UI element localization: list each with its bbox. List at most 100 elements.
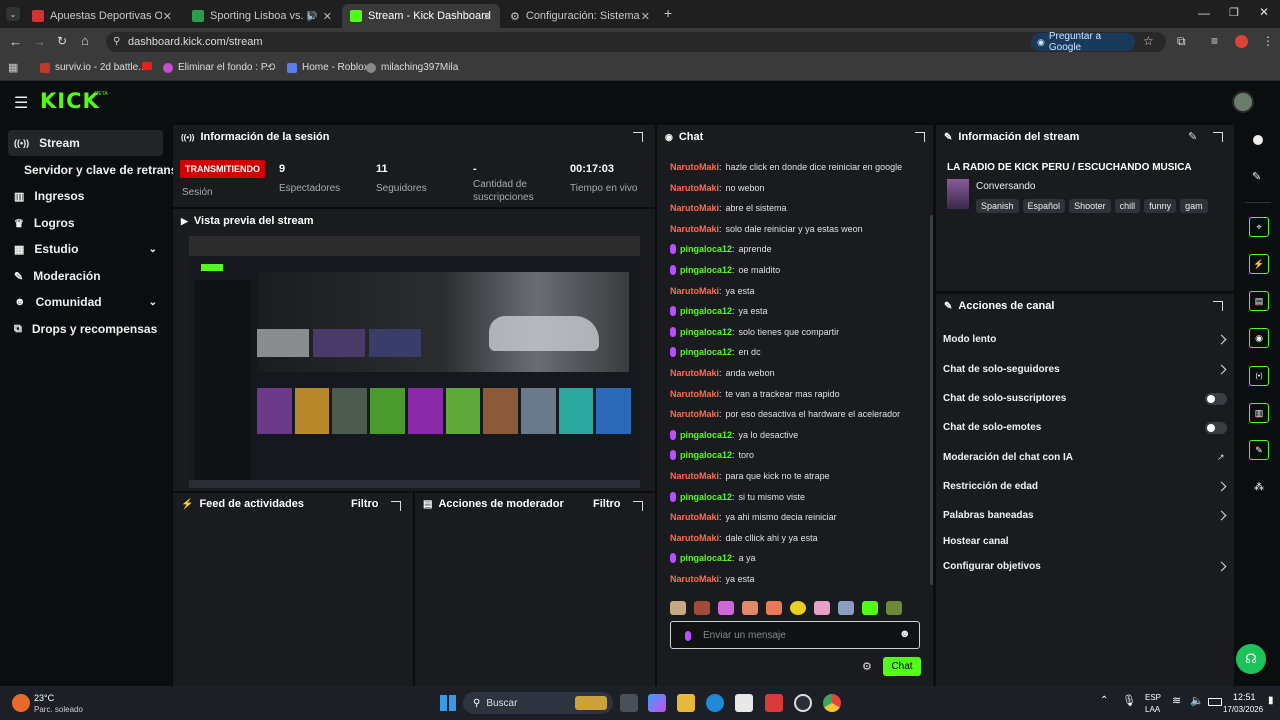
rail-button-mod[interactable]: ✎ xyxy=(1249,440,1269,460)
info-icon[interactable] xyxy=(1253,135,1263,145)
close-icon[interactable]: ✕ xyxy=(323,10,332,23)
back-icon[interactable]: ← xyxy=(9,34,22,49)
sidebar-item-logros[interactable]: ♛ Logros xyxy=(8,210,163,236)
rail-button-chat[interactable]: ◉ xyxy=(1249,328,1269,348)
toggle-switch[interactable] xyxy=(1205,422,1227,434)
edit-icon[interactable]: ✎ xyxy=(1188,130,1197,143)
bookmark-youtube[interactable] xyxy=(142,62,152,70)
taskbar-search[interactable]: ⚲ Buscar xyxy=(463,692,613,714)
tray-chevron-icon[interactable]: ⌃ xyxy=(1100,695,1108,706)
windows-start-icon[interactable] xyxy=(440,695,456,711)
maximize-button[interactable]: ❐ xyxy=(1229,6,1239,19)
stream-tag[interactable]: funny xyxy=(1144,199,1177,213)
wifi-icon[interactable]: ≋ xyxy=(1172,694,1181,707)
rail-button-broadcast[interactable]: (•) xyxy=(1249,366,1269,386)
channel-action-item[interactable]: Restricción de edad xyxy=(943,481,1038,492)
popout-icon[interactable] xyxy=(1213,301,1223,311)
chrome-icon[interactable] xyxy=(823,694,841,712)
channel-action-item[interactable]: Hostear canal xyxy=(943,536,1009,547)
battery-icon[interactable] xyxy=(1208,698,1222,706)
window-close-button[interactable]: ✕ xyxy=(1259,5,1269,19)
chat-scrollbar[interactable] xyxy=(930,215,933,585)
category-name[interactable]: Conversando xyxy=(976,181,1035,192)
chat-username[interactable]: NarutoMaki xyxy=(670,203,719,213)
rail-button-lightning[interactable]: ⚡ xyxy=(1249,254,1269,274)
tab-search-icon[interactable]: ⌄ xyxy=(6,7,20,21)
hamburger-menu-icon[interactable]: ☰ xyxy=(14,93,28,113)
browser-tab-kick[interactable]: Stream - Kick Dashboard ✕ xyxy=(342,4,500,28)
emoji-icon[interactable]: ☻ xyxy=(899,628,911,640)
media-icon[interactable]: ≡ xyxy=(1211,34,1218,48)
chat-username[interactable]: pingaloca12 xyxy=(680,244,732,254)
language-indicator[interactable]: ESP xyxy=(1145,693,1161,702)
emote-icon[interactable] xyxy=(886,601,902,615)
stream-tag[interactable]: Spanish xyxy=(976,199,1019,213)
file-explorer-icon[interactable] xyxy=(677,694,695,712)
chat-username[interactable]: pingaloca12 xyxy=(680,347,732,357)
kick-logo[interactable]: KICK xyxy=(40,89,100,113)
rail-button-layout[interactable]: ▥ xyxy=(1249,403,1269,423)
close-icon[interactable]: ✕ xyxy=(163,10,172,23)
channel-action-item[interactable]: Chat de solo-emotes xyxy=(943,422,1041,433)
chat-username[interactable]: NarutoMaki xyxy=(670,574,719,584)
profile-avatar[interactable] xyxy=(1235,35,1248,48)
emote-icon[interactable] xyxy=(670,601,686,615)
channel-action-item[interactable]: Chat de solo-suscriptores xyxy=(943,393,1066,404)
forward-icon[interactable]: → xyxy=(33,34,46,49)
stream-tag[interactable]: gam xyxy=(1180,199,1208,213)
chat-username[interactable]: NarutoMaki xyxy=(670,368,719,378)
app-icon-red[interactable] xyxy=(765,694,783,712)
mic-tray-icon[interactable]: 🎙 xyxy=(1122,694,1136,707)
filter-button[interactable]: Filtro xyxy=(593,498,621,510)
emote-icon[interactable] xyxy=(862,601,878,615)
browser-tab-apuestas[interactable]: Apuestas Deportivas Online | A ✕ xyxy=(24,4,180,28)
popout-icon[interactable] xyxy=(915,132,925,142)
bookmark-roblox[interactable]: Home - Roblox xyxy=(287,62,369,73)
volume-icon[interactable]: 🔈 xyxy=(1190,694,1204,707)
close-icon[interactable]: ✕ xyxy=(483,10,492,23)
sidebar-item-server-key[interactable]: Servidor y clave de retransm xyxy=(18,157,178,183)
toggle-switch[interactable] xyxy=(1205,393,1227,405)
reload-icon[interactable]: ↻ xyxy=(57,34,67,48)
emote-icon[interactable] xyxy=(814,601,830,615)
emote-icon[interactable] xyxy=(742,601,758,615)
extensions-icon[interactable]: ⧉ xyxy=(1177,34,1186,49)
store-icon[interactable] xyxy=(735,694,753,712)
chat-username[interactable]: NarutoMaki xyxy=(670,389,719,399)
chat-username[interactable]: pingaloca12 xyxy=(680,553,732,563)
rail-button-nodes[interactable]: ⁂ xyxy=(1249,477,1269,497)
channel-action-item[interactable]: Modo lento xyxy=(943,334,996,345)
rail-button-clipboard[interactable]: ▤ xyxy=(1249,291,1269,311)
sidebar-item-moderacion[interactable]: ✎ Moderación xyxy=(8,263,163,289)
chat-username[interactable]: NarutoMaki xyxy=(670,162,719,172)
browser-menu-icon[interactable]: ⋮ xyxy=(1262,34,1274,48)
bookmark-milaching[interactable]: milaching397Mila xyxy=(366,62,458,73)
edge-icon[interactable] xyxy=(706,694,724,712)
emote-icon[interactable] xyxy=(694,601,710,615)
chat-send-button[interactable]: Chat xyxy=(883,657,921,676)
popout-icon[interactable] xyxy=(1213,132,1223,142)
stream-tag[interactable]: chill xyxy=(1114,199,1141,213)
chat-username[interactable]: NarutoMaki xyxy=(670,471,719,481)
filter-button[interactable]: Filtro xyxy=(351,498,379,510)
chat-username[interactable]: NarutoMaki xyxy=(670,224,719,234)
sidebar-item-ingresos[interactable]: ▥ Ingresos xyxy=(8,183,163,209)
new-tab-button[interactable]: + xyxy=(664,5,672,21)
rail-button-target[interactable]: ⌖ xyxy=(1249,217,1269,237)
home-icon[interactable]: ⌂ xyxy=(81,33,89,48)
chat-settings-icon[interactable]: ⚙ xyxy=(862,660,872,673)
user-avatar[interactable] xyxy=(1232,91,1254,113)
sidebar-item-drops[interactable]: ⧉ Drops y recompensas xyxy=(8,316,163,342)
chat-username[interactable]: pingaloca12 xyxy=(680,306,732,316)
chat-username[interactable]: NarutoMaki xyxy=(670,409,719,419)
emote-icon[interactable] xyxy=(790,601,806,615)
bookmark-star-icon[interactable]: ☆ xyxy=(1143,34,1154,48)
address-bar[interactable]: ⚲ dashboard.kick.com/stream xyxy=(106,32,1166,52)
minimize-button[interactable]: — xyxy=(1198,6,1210,20)
task-view-icon[interactable] xyxy=(620,694,638,712)
chat-username[interactable]: NarutoMaki xyxy=(670,183,719,193)
external-link-icon[interactable]: ↗ xyxy=(1217,452,1225,463)
browser-tab-sporting[interactable]: Sporting Lisboa vs. FK Bodø 🔊 ✕ xyxy=(184,4,340,28)
sidebar-item-stream[interactable]: ((•)) Stream xyxy=(8,130,163,156)
chat-username[interactable]: NarutoMaki xyxy=(670,533,719,543)
